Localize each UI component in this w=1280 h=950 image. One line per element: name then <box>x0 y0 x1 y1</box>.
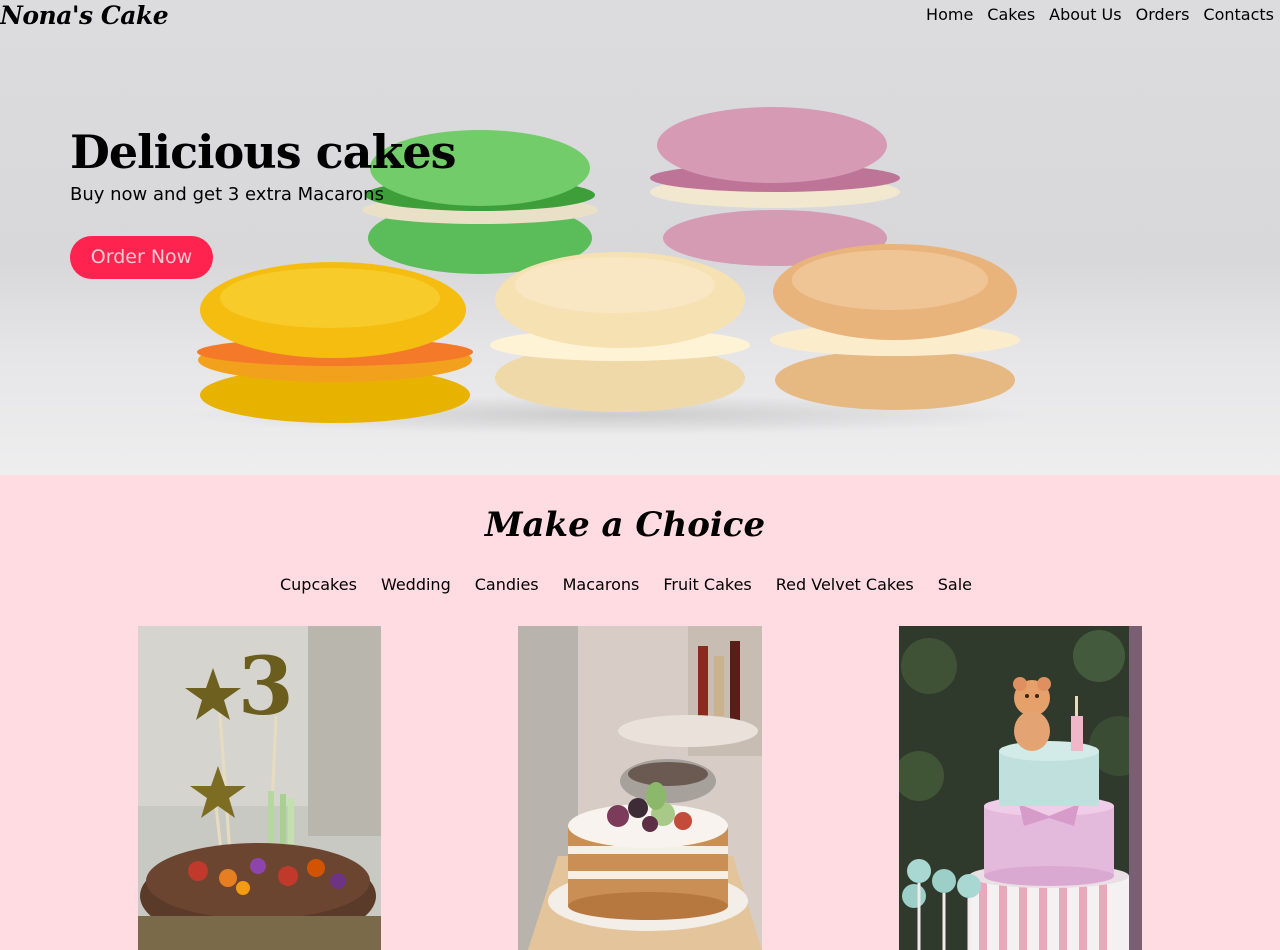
yellow-macaron <box>197 262 473 423</box>
category-cupcakes[interactable]: Cupcakes <box>280 574 357 596</box>
teddy-cake-image <box>899 626 1142 950</box>
category-red-velvet-cakes[interactable]: Red Velvet Cakes <box>776 574 914 596</box>
nav-home[interactable]: Home <box>926 5 973 24</box>
hero-banner: Nona's Cake Home Cakes About Us Orders C… <box>0 0 1280 475</box>
category-macarons[interactable]: Macarons <box>563 574 640 596</box>
naked-cake-image <box>518 626 762 950</box>
nav-contacts[interactable]: Contacts <box>1203 5 1274 24</box>
category-candies[interactable]: Candies <box>475 574 539 596</box>
nav-cakes[interactable]: Cakes <box>987 5 1035 24</box>
top-navbar: Nona's Cake Home Cakes About Us Orders C… <box>0 0 1280 34</box>
order-now-button[interactable]: Order Now <box>70 236 213 279</box>
pink-macaron <box>650 107 900 266</box>
cake-card-kids[interactable] <box>899 626 1142 950</box>
cream-macaron <box>490 252 750 412</box>
cake-card-birthday[interactable]: 3 <box>138 626 381 950</box>
cake-card-wedding[interactable] <box>518 626 762 950</box>
category-sale[interactable]: Sale <box>938 574 972 596</box>
section-title: Make a Choice <box>484 505 766 545</box>
category-filter: Cupcakes Wedding Candies Macarons Fruit … <box>0 574 1252 596</box>
coconut-macaron <box>770 244 1020 410</box>
nav-orders[interactable]: Orders <box>1136 5 1190 24</box>
hero-title: Delicious cakes <box>70 125 456 179</box>
svg-text:3: 3 <box>238 639 294 733</box>
nav-about-us[interactable]: About Us <box>1049 5 1121 24</box>
main-nav: Home Cakes About Us Orders Contacts <box>926 5 1274 24</box>
site-logo[interactable]: Nona's Cake <box>0 0 169 32</box>
hero-subtitle: Buy now and get 3 extra Macarons <box>70 184 384 205</box>
category-wedding[interactable]: Wedding <box>381 574 451 596</box>
fruit-cake-image: 3 <box>138 626 381 950</box>
category-fruit-cakes[interactable]: Fruit Cakes <box>663 574 751 596</box>
